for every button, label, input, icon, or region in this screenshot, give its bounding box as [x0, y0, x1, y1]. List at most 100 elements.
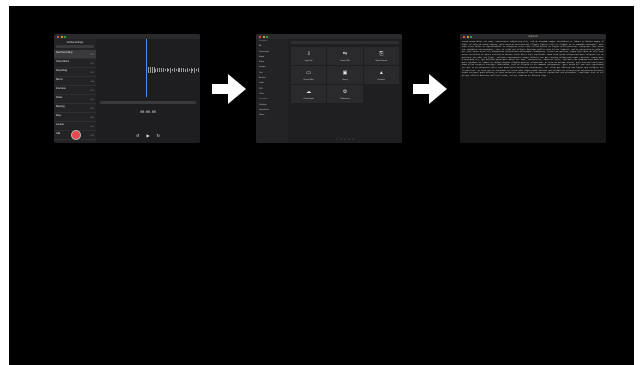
recording-duration: 0:09 — [90, 117, 94, 119]
skip-forward-button[interactable]: ↻ — [157, 133, 160, 138]
recording-list-item[interactable]: Interview 2:15 — [54, 86, 96, 95]
tile-label: Cloud Import — [303, 98, 314, 100]
tile-icon: ☁ — [306, 89, 312, 95]
tile-icon: ⇆ — [342, 51, 348, 57]
tile-label: Open File — [304, 60, 313, 62]
waveform-bar — [168, 69, 170, 71]
waveform-bar — [186, 67, 188, 73]
waveform-bar — [164, 68, 166, 72]
waveform-bar — [190, 67, 192, 73]
waveform-bar — [149, 67, 151, 73]
playhead[interactable] — [146, 39, 147, 97]
waveform-bar — [155, 68, 157, 72]
recording-list-item[interactable]: Idea 0:09 — [54, 113, 96, 122]
waveform-bar — [160, 68, 162, 72]
tile-label: Batch Convert — [375, 60, 388, 62]
sidebar-title: All Recordings — [66, 41, 84, 44]
waveform-bar — [166, 67, 168, 73]
tile-label: Recent Files — [303, 79, 314, 81]
zoom-window-icon[interactable] — [470, 35, 473, 38]
record-button[interactable] — [71, 130, 81, 140]
waveform-bar — [148, 67, 149, 73]
action-tile[interactable]: ☁ Cloud Import — [291, 85, 327, 103]
minimize-window-icon[interactable] — [60, 35, 63, 38]
search-input[interactable] — [56, 45, 94, 48]
waveform-bar — [177, 67, 179, 73]
waveform-bar — [170, 67, 171, 73]
tile-label: Preferences — [340, 98, 350, 100]
close-window-icon[interactable] — [57, 35, 60, 38]
search-input[interactable] — [291, 41, 399, 44]
action-tile[interactable]: ⎘ Batch Convert — [363, 47, 399, 65]
recording-name: Idea — [56, 114, 61, 117]
recording-list-item[interactable]: Voice Memo 0:32 — [54, 59, 96, 68]
page-number[interactable]: 3 — [345, 139, 346, 141]
waveform-area[interactable] — [96, 39, 200, 97]
tile-label: Library — [342, 79, 348, 81]
recording-name: Voice Memo — [56, 60, 70, 63]
recording-name: Notes — [56, 96, 63, 99]
waveform-bar — [194, 67, 196, 73]
waveform-bar — [185, 68, 186, 72]
recording-name: Call — [56, 132, 61, 135]
action-tile[interactable]: ⇩ Open File — [291, 47, 327, 65]
action-tile[interactable]: ⚙ Preferences — [327, 85, 363, 103]
recordings-list: New Recording 0:12 Voice Memo 0:32 Recording… — [54, 50, 96, 140]
play-button[interactable]: ▶ — [146, 133, 149, 138]
voice-memos-screenshot: All Recordings New Recording 0:12 Voice Me… — [54, 34, 200, 143]
tile-icon: ▭ — [306, 70, 312, 76]
recording-duration: 1:04 — [90, 72, 94, 74]
close-window-icon[interactable] — [463, 35, 466, 38]
tile-icon: ⇩ — [306, 51, 311, 57]
recording-list-item[interactable]: Notes 0:21 — [54, 95, 96, 104]
files-sidebar: Favorites All Documents Audio Video Images Tex… — [256, 39, 288, 143]
recording-duration: 0:12 — [90, 54, 94, 56]
zoom-window-icon[interactable] — [64, 35, 67, 38]
waveform-bar — [179, 68, 181, 72]
recording-list-item[interactable]: Recording 1:04 — [54, 68, 96, 77]
recording-name: Memo — [56, 78, 63, 81]
close-window-icon[interactable] — [259, 35, 262, 38]
tile-icon: ⚙ — [342, 89, 348, 95]
waveform-bar — [196, 69, 197, 71]
recording-duration: 0:48 — [90, 81, 94, 83]
page-number[interactable]: 2 — [341, 139, 342, 141]
recording-name: Meeting — [56, 105, 65, 108]
right-arrow-icon — [212, 74, 246, 104]
minimize-window-icon[interactable] — [466, 35, 469, 38]
waveform-bar — [159, 68, 160, 72]
minimize-window-icon[interactable] — [262, 35, 265, 38]
workflow-canvas: All Recordings New Recording 0:12 Voice Me… — [9, 6, 634, 365]
scrub-bar[interactable] — [100, 101, 196, 104]
page-number[interactable]: 1 — [337, 139, 338, 141]
recording-list-item[interactable]: Meeting 3:02 — [54, 104, 96, 113]
tile-icon: ▣ — [342, 70, 348, 76]
recording-duration: 0:21 — [90, 99, 94, 101]
recording-list-item[interactable]: Memo 0:48 — [54, 77, 96, 86]
file-types-screenshot: Favorites All Documents Audio Video Images Tex… — [256, 34, 402, 143]
text-output-screenshot: output.txt Lorem ipsum dolor sit amet, c… — [460, 34, 606, 143]
playback-controls: ↺ ▶ ↻ — [96, 133, 200, 138]
page-number[interactable]: 4 — [349, 139, 350, 141]
text-content[interactable]: Lorem ipsum dolor sit amet, consectetur … — [460, 39, 606, 143]
zoom-window-icon[interactable] — [266, 35, 269, 38]
page-number[interactable]: 5 — [353, 139, 354, 141]
recording-duration: 0:32 — [90, 63, 94, 65]
action-tile[interactable]: ▲ Favorites — [363, 66, 399, 84]
skip-back-button[interactable]: ↺ — [136, 133, 139, 138]
recording-duration: 1:33 — [90, 135, 94, 137]
recording-duration: 2:15 — [90, 90, 94, 92]
pager: 12345 — [288, 139, 402, 141]
waveform-bar — [157, 67, 159, 73]
recording-name: Lecture — [56, 123, 64, 126]
waveform-bar — [181, 68, 183, 72]
tile-label: Convert File — [340, 60, 350, 62]
tile-icon: ▲ — [378, 70, 384, 76]
action-tile[interactable]: ▭ Recent Files — [291, 66, 327, 84]
action-tile[interactable]: ▣ Library — [327, 66, 363, 84]
right-arrow-icon — [413, 74, 447, 104]
recording-list-item[interactable]: New Recording 0:12 — [54, 50, 96, 59]
sidebar-item[interactable]: Home — [256, 113, 288, 118]
action-tile[interactable]: ⇆ Convert File — [327, 47, 363, 65]
recording-duration: 3:02 — [90, 108, 94, 110]
